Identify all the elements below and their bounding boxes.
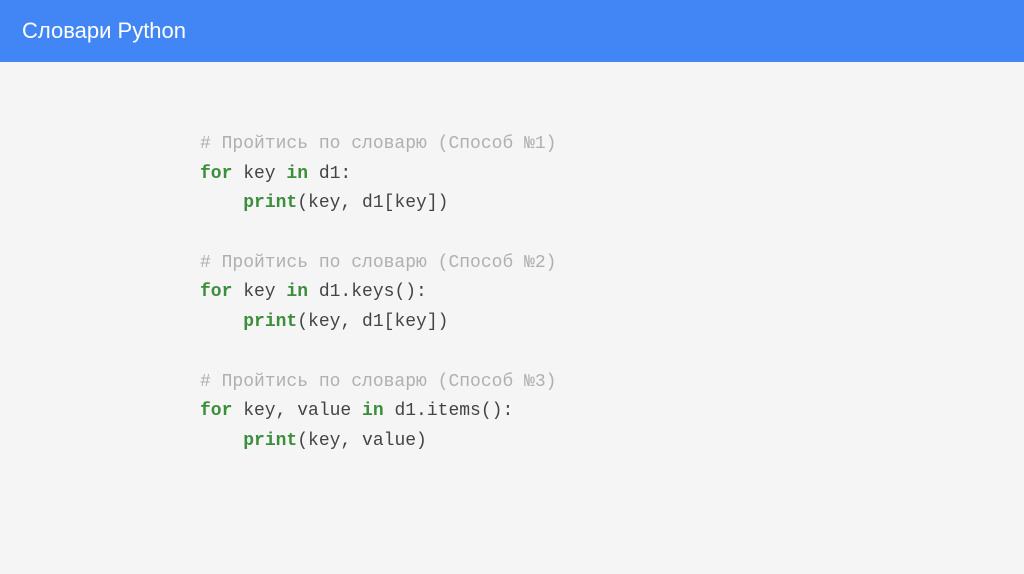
kw-for: for — [200, 401, 232, 421]
kw-for: for — [200, 164, 232, 184]
args: (key, d1[key]) — [297, 312, 448, 332]
rest: d1.items(): — [384, 401, 514, 421]
fn-print: print — [243, 193, 297, 213]
args: (key, value) — [297, 431, 427, 451]
kw-in: in — [286, 282, 308, 302]
indent — [200, 193, 243, 213]
comment-line: # Пройтись по словарю (Способ №3) — [200, 372, 556, 392]
comment-line: # Пройтись по словарю (Способ №2) — [200, 253, 556, 273]
var: key — [232, 164, 286, 184]
indent — [200, 431, 243, 451]
indent — [200, 312, 243, 332]
slide-title: Словари Python — [22, 18, 186, 43]
args: (key, d1[key]) — [297, 193, 448, 213]
kw-in: in — [286, 164, 308, 184]
rest: d1.keys(): — [308, 282, 427, 302]
fn-print: print — [243, 312, 297, 332]
kw-in: in — [362, 401, 384, 421]
slide-header: Словари Python — [0, 0, 1024, 62]
code-block: # Пройтись по словарю (Способ №1) for ke… — [200, 130, 824, 457]
var: key — [232, 282, 286, 302]
fn-print: print — [243, 431, 297, 451]
comment-line: # Пройтись по словарю (Способ №1) — [200, 134, 556, 154]
kw-for: for — [200, 282, 232, 302]
rest: d1: — [308, 164, 351, 184]
var: key, value — [232, 401, 362, 421]
slide-content: # Пройтись по словарю (Способ №1) for ke… — [0, 62, 1024, 525]
